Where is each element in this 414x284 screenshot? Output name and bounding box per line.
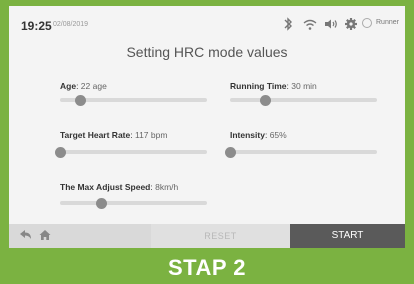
bottom-bar: RESET START: [9, 224, 405, 248]
target-heart-rate-label: Target Heart Rate: 117 bpm: [60, 130, 168, 140]
bluetooth-icon[interactable]: [279, 15, 297, 33]
running-time-label: Running Time: 30 min: [230, 81, 317, 91]
age-label: Age: 22 age: [60, 81, 107, 91]
user-name[interactable]: Runner: [376, 19, 399, 26]
max-adjust-speed-slider-knob[interactable]: [95, 197, 107, 209]
max-adjust-speed-slider[interactable]: [60, 197, 207, 209]
target-heart-rate-value: 117 bpm: [134, 130, 168, 140]
start-button[interactable]: START: [290, 224, 405, 248]
status-bar: 19:25 02/08/2019 Runner: [9, 6, 405, 36]
reset-button[interactable]: RESET: [151, 224, 290, 248]
volume-icon[interactable]: [322, 15, 340, 33]
wifi-icon[interactable]: [301, 15, 319, 33]
target-heart-rate-slider[interactable]: [54, 146, 207, 158]
clock-time: 19:25: [21, 19, 52, 33]
running-time-slider-knob[interactable]: [259, 94, 271, 106]
green-frame: 19:25 02/08/2019 Runner Setting HRC mode…: [0, 0, 414, 284]
back-icon[interactable]: [19, 228, 33, 242]
clock-date: 02/08/2019: [53, 21, 89, 28]
user-icon[interactable]: [362, 18, 372, 28]
age-slider[interactable]: [60, 94, 207, 106]
target-heart-rate-slider-knob[interactable]: [54, 146, 66, 158]
step-caption: STAP 2: [168, 255, 246, 280]
nav-area: [9, 224, 151, 248]
running-time-slider[interactable]: [230, 94, 377, 106]
page-title: Setting HRC mode values: [126, 44, 288, 60]
intensity-value: 65%: [269, 130, 287, 140]
gear-icon[interactable]: [342, 15, 360, 33]
age-value: 22 age: [80, 81, 107, 91]
intensity-slider-knob[interactable]: [224, 146, 236, 158]
age-slider-knob[interactable]: [75, 94, 87, 106]
intensity-slider[interactable]: [224, 146, 377, 158]
device-screen: 19:25 02/08/2019 Runner Setting HRC mode…: [9, 6, 405, 248]
max-adjust-speed-label: The Max Adjust Speed: 8km/h: [60, 182, 179, 192]
home-icon[interactable]: [38, 228, 52, 242]
max-adjust-speed-value: 8km/h: [155, 182, 179, 192]
running-time-value: 30 min: [291, 81, 317, 91]
intensity-label: Intensity: 65%: [230, 130, 287, 140]
